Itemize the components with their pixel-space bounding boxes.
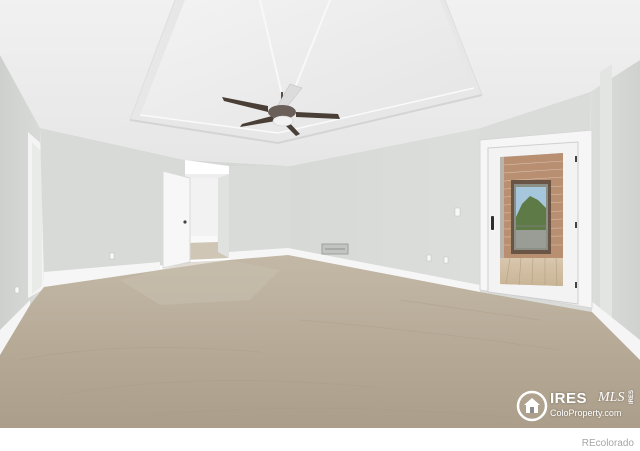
watermark-side-text: IRES (629, 390, 635, 405)
listing-photo (0, 0, 640, 428)
house-icon (516, 390, 548, 422)
watermark-site: ColoProperty.com (550, 408, 622, 418)
door-handle[interactable] (491, 216, 494, 230)
photo-credit: REcolorado (581, 438, 634, 449)
fan-light (272, 115, 294, 127)
listing-watermark: IRES MLS ColoProperty.com IRES (516, 388, 640, 424)
watermark-mls: MLS (598, 390, 625, 405)
light-switch (454, 207, 461, 217)
open-door (162, 170, 191, 269)
watermark-brand: IRES (550, 390, 588, 407)
